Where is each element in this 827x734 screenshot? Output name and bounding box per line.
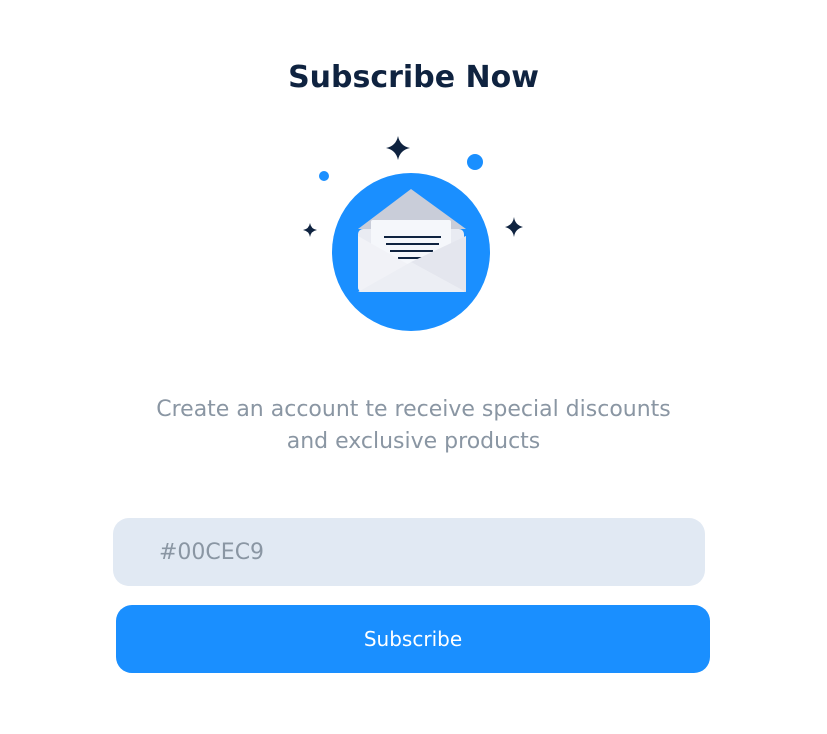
subscribe-card: Subscribe Now Create an account te recei… (0, 0, 827, 734)
dot-icon (467, 154, 483, 170)
sparkle-icon (386, 136, 410, 160)
description-line-1: Create an account te receive special dis… (156, 397, 671, 422)
subscribe-button[interactable]: Subscribe (116, 605, 710, 673)
description-line-2: and exclusive products (286, 429, 541, 454)
email-field-wrapper (113, 518, 705, 586)
description-text: Create an account te receive special dis… (100, 394, 727, 458)
sparkle-icon (505, 217, 523, 237)
dot-icon (319, 171, 329, 181)
email-field[interactable] (113, 518, 705, 586)
sparkle-icon (303, 223, 317, 237)
